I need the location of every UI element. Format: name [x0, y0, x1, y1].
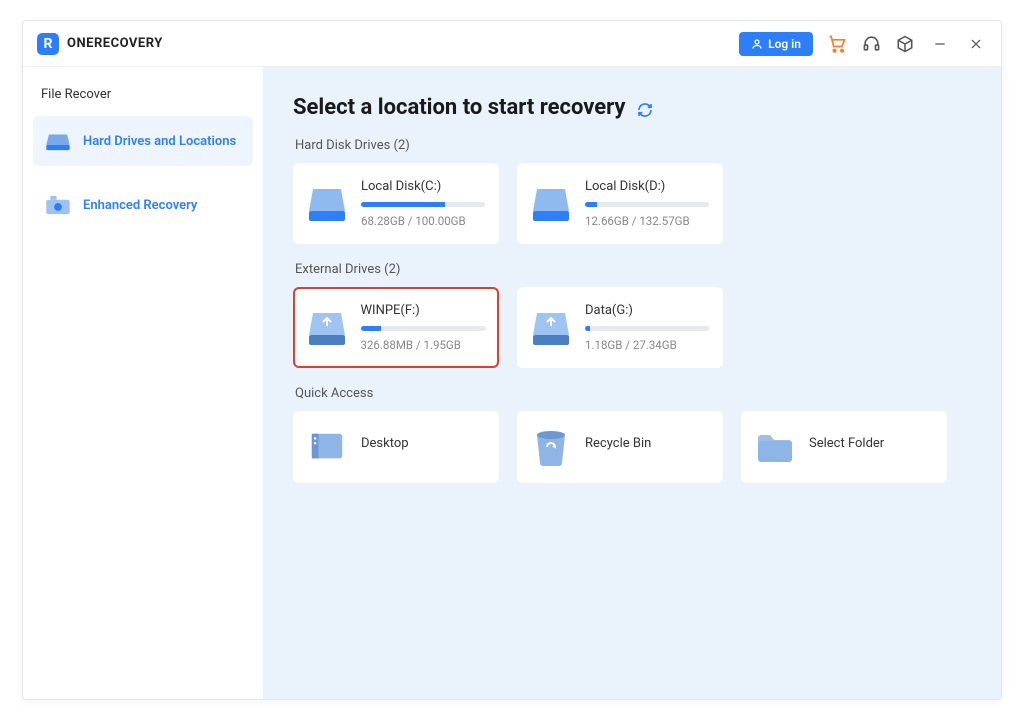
login-button[interactable]: Log in	[739, 32, 813, 56]
headset-icon[interactable]	[861, 34, 881, 54]
sidebar-heading: File Recover	[33, 87, 253, 116]
quick-select-folder[interactable]: Select Folder	[741, 411, 947, 483]
section-label-quick: Quick Access	[295, 386, 971, 401]
hdd-row: Local Disk(C:) 68.28GB / 100.00GB Local …	[293, 163, 971, 244]
external-drive-icon	[531, 309, 571, 347]
section-label-ext: External Drives (2)	[295, 262, 971, 277]
recycle-bin-icon	[531, 427, 571, 467]
sidebar: File Recover Hard Drives and Locations E…	[23, 67, 263, 699]
usage-bar	[361, 326, 486, 331]
sidebar-item-drives[interactable]: Hard Drives and Locations	[33, 116, 253, 166]
cube-icon[interactable]	[895, 34, 915, 54]
desktop-icon	[307, 427, 347, 467]
internal-drive-icon	[531, 185, 571, 223]
usage-bar	[585, 326, 709, 331]
camera-icon	[45, 194, 71, 216]
drive-name: WINPE(F:)	[361, 303, 486, 318]
drive-name: Local Disk(D:)	[585, 179, 709, 194]
sidebar-item-label: Enhanced Recovery	[83, 198, 197, 213]
login-label: Log in	[768, 37, 801, 51]
external-drive-icon	[307, 309, 347, 347]
page-title-row: Select a location to start recovery	[293, 95, 971, 120]
ext-row: WINPE(F:) 326.88MB / 1.95GB Data(G:) 1.1…	[293, 287, 971, 368]
app-window: R ONERECOVERY Log in File Recover	[22, 20, 1002, 700]
section-label-hdd: Hard Disk Drives (2)	[295, 138, 971, 153]
page-title: Select a location to start recovery	[293, 95, 625, 120]
drive-card-c[interactable]: Local Disk(C:) 68.28GB / 100.00GB	[293, 163, 499, 244]
drive-usage: 68.28GB / 100.00GB	[361, 214, 485, 228]
internal-drive-icon	[307, 185, 347, 223]
drive-usage: 326.88MB / 1.95GB	[361, 338, 486, 352]
quick-label: Select Folder	[809, 436, 884, 451]
refresh-icon[interactable]	[637, 99, 655, 117]
drive-card-f[interactable]: WINPE(F:) 326.88MB / 1.95GB	[293, 287, 499, 368]
drive-card-g[interactable]: Data(G:) 1.18GB / 27.34GB	[517, 287, 723, 368]
app-logo: R	[37, 33, 59, 55]
drive-usage: 1.18GB / 27.34GB	[585, 338, 709, 352]
quick-desktop[interactable]: Desktop	[293, 411, 499, 483]
close-button[interactable]	[965, 33, 987, 55]
quick-label: Recycle Bin	[585, 436, 651, 451]
drive-name: Local Disk(C:)	[361, 179, 485, 194]
cart-icon[interactable]	[827, 34, 847, 54]
titlebar: R ONERECOVERY Log in	[23, 21, 1001, 67]
user-icon	[751, 38, 763, 50]
minimize-button[interactable]	[929, 33, 951, 55]
usage-bar	[585, 202, 709, 207]
quick-recycle[interactable]: Recycle Bin	[517, 411, 723, 483]
main-panel: Select a location to start recovery Hard…	[263, 67, 1001, 699]
sidebar-item-label: Hard Drives and Locations	[83, 134, 236, 149]
app-name: ONERECOVERY	[67, 36, 163, 51]
folder-icon	[755, 427, 795, 467]
quick-label: Desktop	[361, 436, 409, 451]
drive-card-d[interactable]: Local Disk(D:) 12.66GB / 132.57GB	[517, 163, 723, 244]
quick-row: Desktop Recycle Bin Select Folder	[293, 411, 971, 483]
drive-name: Data(G:)	[585, 303, 709, 318]
usage-bar	[361, 202, 485, 207]
drive-usage: 12.66GB / 132.57GB	[585, 214, 709, 228]
hdd-icon	[45, 130, 71, 152]
sidebar-item-enhanced[interactable]: Enhanced Recovery	[33, 180, 253, 230]
